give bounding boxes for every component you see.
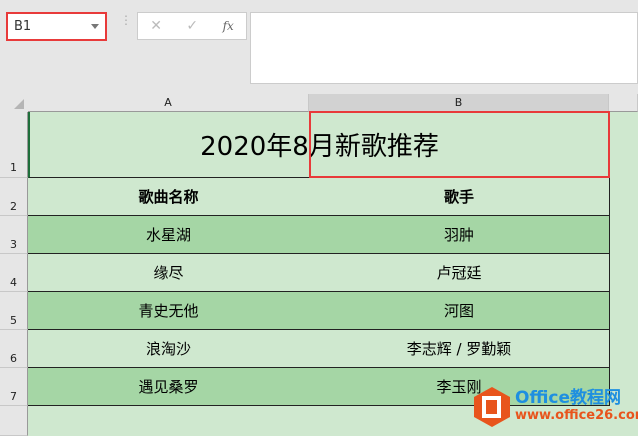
table-cell[interactable]: 河图 (309, 292, 610, 330)
insert-function-icon[interactable]: fx (223, 19, 234, 33)
name-box[interactable]: B1 (6, 12, 107, 41)
drag-handle-icon[interactable]: ⋮ (120, 14, 132, 26)
header-cell-singer[interactable]: 歌手 (309, 178, 610, 216)
row-header-1[interactable]: 1 (0, 112, 28, 178)
enter-icon[interactable]: ✓ (186, 18, 198, 34)
table-cell[interactable]: 青史无他 (28, 292, 310, 330)
table-cell[interactable]: 羽肿 (309, 216, 610, 254)
column-header-a[interactable]: A (28, 94, 309, 112)
formula-input[interactable] (250, 12, 638, 84)
watermark-brand: Office教程网 (515, 388, 622, 408)
watermark-logo: Office教程网 www.office26.com (473, 386, 638, 428)
table-cell[interactable]: 浪淘沙 (28, 330, 310, 368)
selected-cell-highlight (309, 111, 610, 178)
table-cell[interactable]: 缘尽 (28, 254, 310, 292)
row-header-3[interactable]: 3 (0, 216, 28, 254)
row-header-7[interactable]: 7 (0, 368, 28, 406)
column-header-b[interactable]: B (309, 94, 609, 112)
row-header-8[interactable] (0, 406, 28, 436)
formula-buttons: ✕ ✓ fx (137, 12, 247, 40)
table-cell[interactable]: 遇见桑罗 (28, 368, 310, 406)
name-box-value: B1 (14, 19, 32, 34)
cancel-icon[interactable]: ✕ (150, 18, 162, 34)
select-all-button[interactable] (0, 94, 28, 112)
watermark-url: www.office26.com (515, 408, 638, 423)
header-cell-song[interactable]: 歌曲名称 (28, 178, 310, 216)
table-cell[interactable]: 李志辉 / 罗勤颖 (309, 330, 610, 368)
row-header-2[interactable]: 2 (0, 178, 28, 216)
table-cell[interactable]: 卢冠廷 (309, 254, 610, 292)
row-header-5[interactable]: 5 (0, 292, 28, 330)
column-header-c[interactable] (609, 94, 638, 112)
row-header-4[interactable]: 4 (0, 254, 28, 292)
office-logo-icon (474, 387, 510, 427)
row-header-6[interactable]: 6 (0, 330, 28, 368)
table-cell[interactable]: 水星湖 (28, 216, 310, 254)
chevron-down-icon[interactable] (91, 24, 99, 29)
